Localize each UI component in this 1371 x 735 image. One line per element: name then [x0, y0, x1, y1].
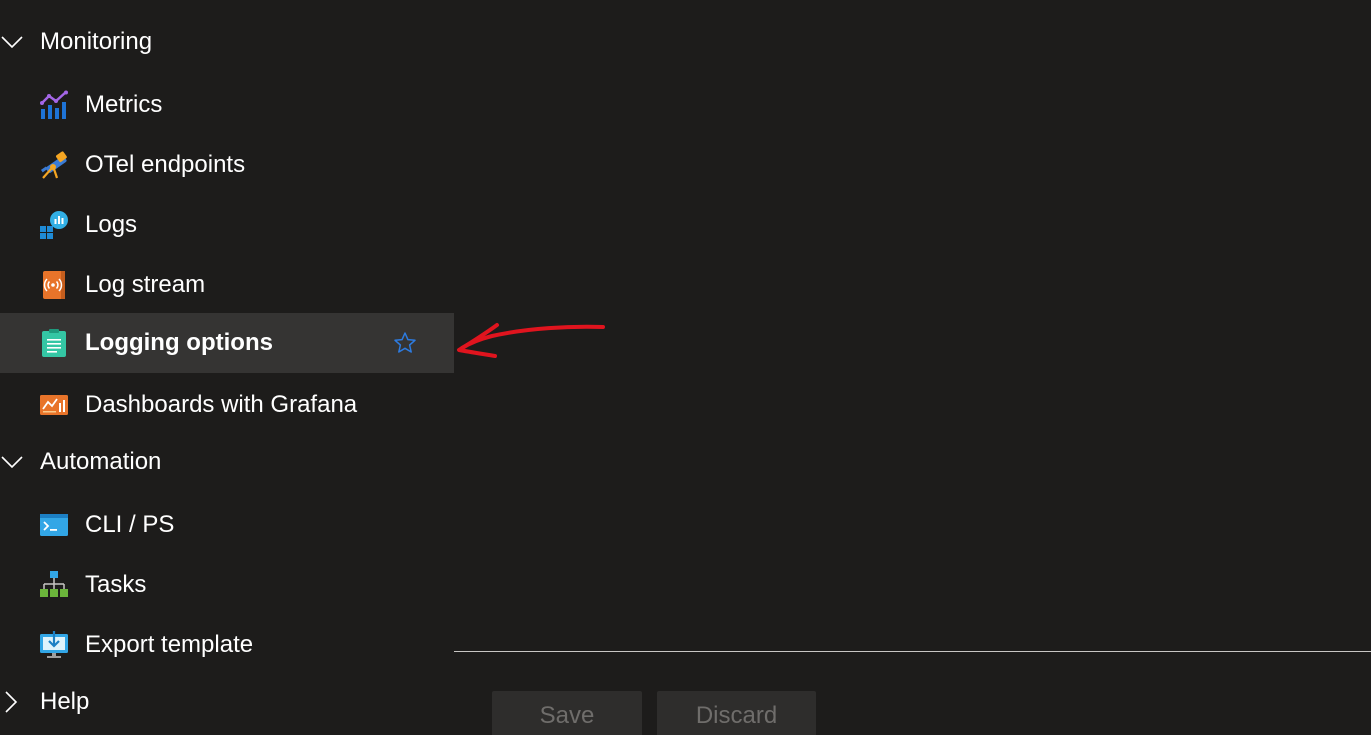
sidebar-item-label: Metrics: [85, 91, 163, 118]
discard-button[interactable]: Discard: [657, 691, 816, 735]
annotation-arrow: [457, 323, 605, 358]
sidebar-item-label: Dashboards with Grafana: [85, 391, 358, 418]
sidebar-item-dashboards-with-grafana[interactable]: Dashboards with Grafana: [0, 375, 454, 435]
chevron-right-icon: [5, 691, 18, 713]
grafana-dashboard-icon: [40, 395, 68, 415]
star-icon[interactable]: [393, 331, 417, 355]
tasks-icon: [40, 571, 68, 597]
footer-divider: [454, 651, 1371, 652]
sidebar-item-logging-options[interactable]: Logging options: [0, 313, 454, 373]
app-root: Monitoring Metrics OTel endpoints Logs L…: [0, 0, 1371, 735]
sidebar-item-cli-ps[interactable]: CLI / PS: [0, 495, 454, 555]
sidebar-item-log-stream[interactable]: Log stream: [0, 255, 454, 315]
group-label-automation: Automation: [40, 448, 162, 475]
save-button[interactable]: Save: [492, 691, 642, 735]
sidebar-item-label: Export template: [85, 631, 254, 658]
sidebar-item-label: Logs: [85, 211, 138, 238]
group-label-help: Help: [40, 688, 90, 715]
export-template-icon: [40, 631, 68, 658]
terminal-icon: [40, 514, 68, 536]
sidebar-item-metrics[interactable]: Metrics: [0, 75, 454, 135]
group-label-monitoring: Monitoring: [40, 28, 153, 55]
sidebar-item-otel-endpoints[interactable]: OTel endpoints: [0, 135, 454, 195]
group-header-automation[interactable]: Automation: [0, 440, 454, 484]
sidebar-item-label: OTel endpoints: [85, 151, 246, 178]
chevron-down-icon: [1, 456, 23, 469]
telescope-icon: [40, 151, 67, 179]
logs-icon: [40, 211, 68, 239]
sidebar-item-label: Tasks: [85, 571, 147, 598]
sidebar-item-label: Logging options: [85, 329, 273, 356]
resource-menu: Monitoring Metrics OTel endpoints Logs L…: [0, 0, 454, 735]
sidebar-item-label: Log stream: [85, 271, 206, 298]
group-header-monitoring[interactable]: Monitoring: [0, 20, 454, 64]
chevron-down-icon: [1, 36, 23, 49]
sidebar-item-logs[interactable]: Logs: [0, 195, 454, 255]
sidebar-item-tasks[interactable]: Tasks: [0, 555, 454, 615]
log-stream-icon: [43, 271, 65, 299]
sidebar-item-export-template[interactable]: Export template: [0, 615, 454, 675]
sidebar-item-label: CLI / PS: [85, 511, 175, 538]
group-header-help[interactable]: Help: [0, 680, 454, 724]
metrics-icon: [40, 90, 68, 119]
logging-options-icon: [42, 329, 66, 357]
